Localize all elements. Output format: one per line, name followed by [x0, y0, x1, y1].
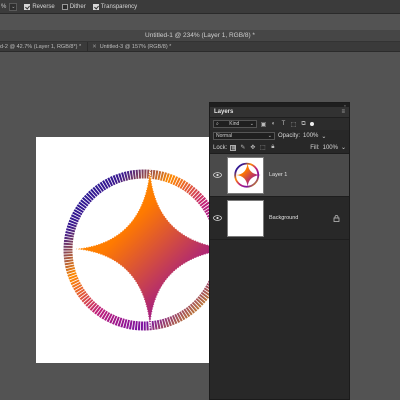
opacity-label: Opacity:: [278, 133, 301, 139]
layer-thumbnail[interactable]: [227, 199, 264, 237]
search-icon: ⌕: [216, 121, 219, 127]
lock-paint-icon[interactable]: ✎: [239, 144, 246, 151]
chevron-down-icon: ⌄: [249, 121, 254, 127]
checkbox-box[interactable]: [24, 3, 31, 10]
lock-artboard-icon[interactable]: ⬚: [259, 144, 266, 151]
image-filter-icon[interactable]: ▣: [260, 121, 267, 128]
transparency-checkbox[interactable]: Transparency: [92, 3, 138, 10]
chevron-down-icon: ⌄: [11, 3, 16, 10]
layer-row[interactable]: Background: [210, 197, 349, 240]
blend-row: Normal ⌄ Opacity: 100% ⌄: [210, 130, 349, 142]
lock-transparency-icon[interactable]: ▦: [230, 144, 237, 151]
smart-object-filter-icon[interactable]: ⧉: [300, 121, 307, 128]
filter-kind-value: Kind: [229, 121, 240, 127]
adjustment-filter-icon[interactable]: ◐: [270, 121, 277, 128]
checkbox-box[interactable]: [61, 3, 68, 10]
tab-untitled-3[interactable]: ✕ Untitled-3 @ 157% (RGB/8) *: [87, 42, 177, 51]
lock-icon: [333, 214, 340, 222]
reverse-checkbox[interactable]: Reverse: [24, 3, 55, 10]
document-titlebar: Untitled-1 @ 234% (Layer 1, RGB/8) *: [0, 30, 400, 42]
layer-thumbnail[interactable]: [227, 156, 264, 194]
lock-position-icon[interactable]: ✥: [249, 144, 256, 151]
tab-label: d-2 @ 42.7% (Layer 1, RGB/8*) *: [0, 43, 82, 50]
layers-panel: » Layers ≡ ⌕ Kind ⌄ ▣ ◐ T ⬚ ⧉ Normal ⌄ O…: [209, 102, 350, 400]
chevron-down-icon[interactable]: ⌄: [341, 144, 346, 151]
close-icon[interactable]: ✕: [92, 44, 97, 50]
document-title: Untitled-1 @ 234% (Layer 1, RGB/8) *: [145, 32, 255, 39]
blend-mode-value: Normal: [216, 133, 233, 139]
fill-value[interactable]: 100%: [323, 145, 338, 151]
zoom-fragment: %: [1, 3, 7, 10]
fill-label: Fill:: [310, 144, 320, 151]
layer-name[interactable]: Background: [269, 215, 333, 221]
dither-label: Dither: [69, 3, 86, 10]
lock-label: Lock:: [213, 144, 228, 151]
dither-checkbox[interactable]: Dither: [61, 3, 86, 10]
shape-filter-icon[interactable]: ⬚: [290, 121, 297, 128]
opacity-value[interactable]: 100%: [303, 133, 318, 139]
panel-menu-icon[interactable]: ≡: [341, 109, 345, 115]
layers-panel-header: Layers ≡: [210, 107, 349, 118]
lock-row: Lock: ▦ ✎ ✥ ⬚ 🔒︎ Fill: 100% ⌄: [210, 142, 349, 154]
chevron-down-icon: ⌄: [267, 133, 272, 139]
filter-row: ⌕ Kind ⌄ ▣ ◐ T ⬚ ⧉: [210, 118, 349, 130]
layer-row[interactable]: Layer 1: [210, 154, 349, 197]
mode-dropdown[interactable]: ⌄: [9, 2, 18, 11]
transparency-label: Transparency: [100, 3, 138, 10]
layers-panel-title[interactable]: Layers: [214, 109, 233, 115]
reverse-label: Reverse: [32, 3, 55, 10]
type-filter-icon[interactable]: T: [280, 121, 287, 128]
filter-kind-dropdown[interactable]: ⌕ Kind ⌄: [213, 120, 257, 128]
collapse-icon[interactable]: »: [344, 103, 346, 108]
filter-toggle-icon[interactable]: [310, 122, 314, 126]
artwork[interactable]: [36, 137, 236, 367]
chevron-down-icon[interactable]: ⌄: [321, 133, 326, 140]
tab-untitled-2[interactable]: d-2 @ 42.7% (Layer 1, RGB/8*) *: [0, 42, 87, 51]
checkbox-box[interactable]: [92, 3, 99, 10]
visibility-eye-icon[interactable]: [210, 172, 224, 178]
lock-all-icon[interactable]: 🔒︎: [269, 144, 276, 151]
document-tab-bar: d-2 @ 42.7% (Layer 1, RGB/8*) * ✕ Untitl…: [0, 42, 400, 52]
layer-name[interactable]: Layer 1: [269, 172, 349, 178]
tab-label: Untitled-3 @ 157% (RGB/8) *: [99, 43, 172, 50]
blend-mode-dropdown[interactable]: Normal ⌄: [213, 132, 275, 140]
options-bar: % ⌄ Reverse Dither Transparency: [0, 0, 400, 14]
visibility-eye-icon[interactable]: [210, 215, 224, 221]
